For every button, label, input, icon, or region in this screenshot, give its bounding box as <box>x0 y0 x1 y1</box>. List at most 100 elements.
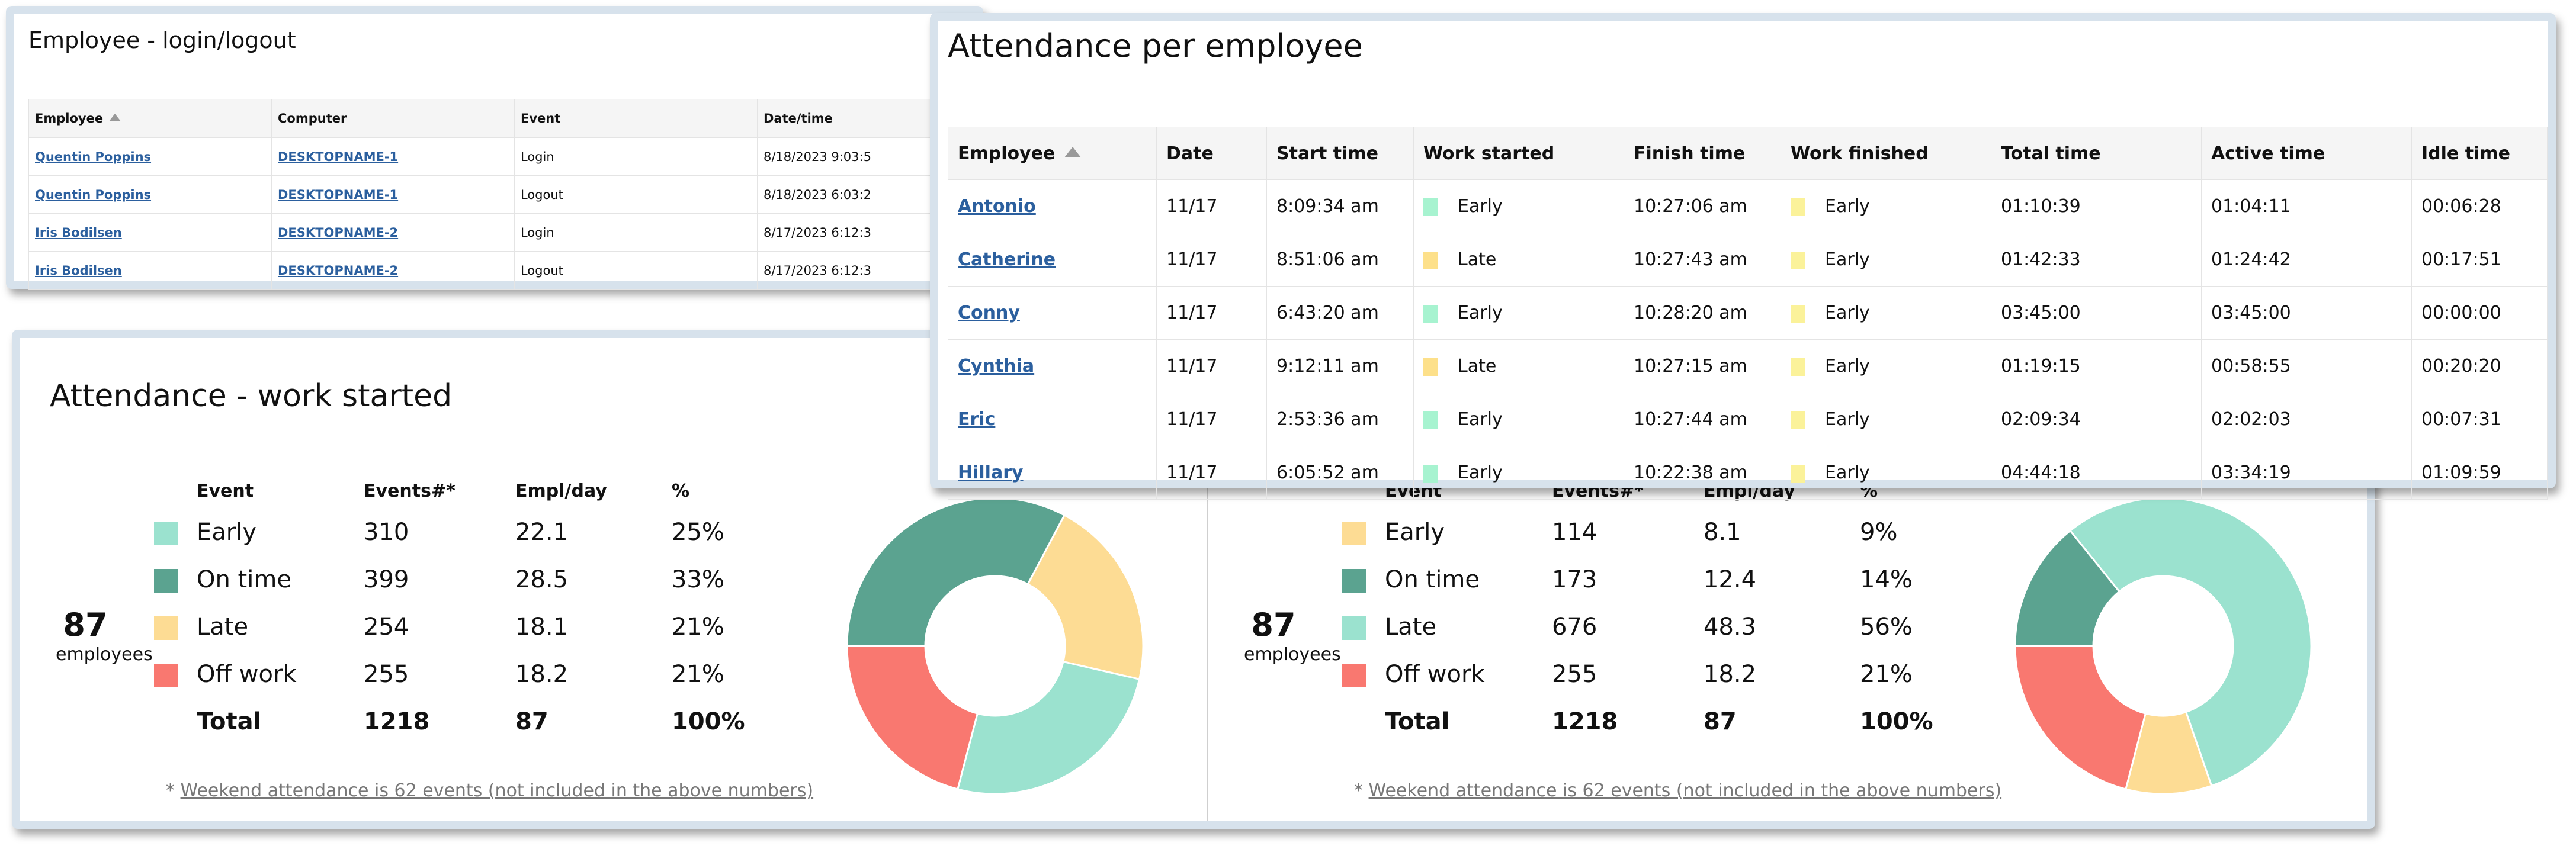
column-header-finish-time[interactable]: Finish time <box>1624 127 1781 180</box>
status-label: Early <box>1825 356 1870 377</box>
cell-percent: 21% <box>672 661 724 688</box>
table-row: Quentin Poppins DESKTOPNAME-1 Logout 8/18/2… <box>28 175 989 214</box>
donut-chart <box>846 497 1144 795</box>
cell-event: On time <box>197 566 291 593</box>
table-row: Conny 11/17 6:43:20 am Early 10:28:20 am Earl… <box>948 286 2548 340</box>
computer-link[interactable]: DESKTOPNAME-2 <box>278 226 398 240</box>
status-label: Early <box>1458 409 1503 430</box>
status-swatch <box>1423 464 1438 483</box>
employee-link[interactable]: Catherine <box>958 249 1056 270</box>
legend-swatch-cell <box>154 509 197 556</box>
cell-work-finished: Early <box>1781 179 1991 233</box>
legend-row: Late 676 48.3 56% <box>1342 603 1955 651</box>
legend-swatch <box>1342 664 1366 687</box>
column-header-computer[interactable]: Computer <box>271 99 515 138</box>
cell-event: Login <box>514 137 758 176</box>
total-row: Total 1218 87 100% <box>154 698 766 745</box>
employee-count: 87 employees <box>1244 607 1341 667</box>
table-row: Catherine 11/17 8:51:06 am Late 10:27:43 am E… <box>948 233 2548 287</box>
column-header-work-finished[interactable]: Work finished <box>1781 127 1991 180</box>
column-header-employees-per-day: Empl/day <box>515 480 607 501</box>
login-logout-panel: Employee - login/logout Employee Compute… <box>6 6 989 290</box>
cell-work-finished: Early <box>1781 339 1991 393</box>
attendance-per-employee-panel: Attendance per employee Employee Date St… <box>930 13 2556 500</box>
legend-row: Early 310 22.1 25% <box>154 509 766 556</box>
column-header-total-time[interactable]: Total time <box>1991 127 2202 180</box>
weekend-attendance-link[interactable]: Weekend attendance is 62 events (not inc… <box>181 780 814 801</box>
cell-finish-time: 10:22:38 am <box>1624 446 1781 500</box>
cell-total-time: 01:19:15 <box>1991 339 2202 393</box>
weekend-attendance-link[interactable]: Weekend attendance is 62 events (not inc… <box>1369 780 2002 801</box>
status-swatch <box>1423 251 1438 269</box>
employee-link[interactable]: Iris Bodilsen <box>35 263 122 278</box>
status-swatch <box>1423 411 1438 429</box>
donut-slice-early[interactable] <box>957 660 1141 795</box>
column-header-event[interactable]: Event <box>514 99 758 138</box>
employee-link[interactable]: Cynthia <box>958 356 1034 377</box>
cell-percent: 21% <box>1860 661 1913 688</box>
cell-computer: DESKTOPNAME-2 <box>271 251 515 290</box>
cell-events-count: 114 <box>1552 519 1597 546</box>
employee-link[interactable]: Iris Bodilsen <box>35 226 122 240</box>
cell-total-time: 02:09:34 <box>1991 393 2202 446</box>
stats-table: Event Events#* Empl/day% Early 310 22.1 25% On … <box>154 473 766 745</box>
sort-ascending-icon[interactable] <box>1064 147 1082 157</box>
footnote-asterisk: * <box>166 780 181 801</box>
panel-title: Attendance per employee <box>948 27 1363 65</box>
status-swatch <box>1791 464 1805 483</box>
cell-event: Logout <box>514 175 758 214</box>
computer-link[interactable]: DESKTOPNAME-1 <box>278 188 398 202</box>
computer-link[interactable]: DESKTOPNAME-2 <box>278 263 398 278</box>
table-row: Quentin Poppins DESKTOPNAME-1 Login 8/18/20… <box>28 137 989 176</box>
employee-link[interactable]: Quentin Poppins <box>35 188 151 202</box>
column-header-work-started[interactable]: Work started <box>1413 127 1624 180</box>
cell-percent: 21% <box>672 613 724 641</box>
column-header-percent: % <box>672 480 690 501</box>
column-header-events-count: Events#* <box>364 480 455 501</box>
donut-slice-off-work[interactable] <box>2014 645 2147 790</box>
employee-link[interactable]: Hillary <box>958 462 1024 483</box>
cell-start-time: 8:51:06 am <box>1266 233 1414 287</box>
cell-event: Login <box>514 213 758 252</box>
column-header-employee[interactable]: Employee <box>28 99 272 138</box>
sort-ascending-icon[interactable] <box>109 113 121 121</box>
cell-events-count: 676 <box>1552 613 1597 641</box>
column-header-idle-time[interactable]: Idle time <box>2411 127 2548 180</box>
cell-start-time: 8:09:34 am <box>1266 179 1414 233</box>
cell-employees-per-day: 48.3 <box>1704 613 1757 641</box>
footnote-asterisk: * <box>1354 780 1369 801</box>
status-label: Early <box>1825 249 1870 270</box>
cell-idle-time: 00:00:00 <box>2411 286 2548 340</box>
cell-active-time: 03:45:00 <box>2201 286 2412 340</box>
cell-event: Early <box>1385 519 1445 546</box>
footnote: * Weekend attendance is 62 events (not i… <box>166 780 813 801</box>
cell-start-time: 9:12:11 am <box>1266 339 1414 393</box>
cell-events-count: 255 <box>364 661 409 688</box>
employee-link[interactable]: Quentin Poppins <box>35 150 151 164</box>
donut-slice-on-time[interactable] <box>846 497 1066 647</box>
donut-slice-off-work[interactable] <box>846 645 979 790</box>
cell-employee: Antonio <box>948 179 1157 233</box>
cell-events-count: 254 <box>364 613 409 641</box>
cell-employee: Iris Bodilsen <box>28 213 272 252</box>
column-header-date[interactable]: Date <box>1156 127 1267 180</box>
cell-finish-time: 10:27:43 am <box>1624 233 1781 287</box>
cell-computer: DESKTOPNAME-1 <box>271 175 515 214</box>
column-header-start-time[interactable]: Start time <box>1266 127 1414 180</box>
column-header-event: Event <box>197 480 254 501</box>
cell-finish-time: 10:27:15 am <box>1624 339 1781 393</box>
column-header-active-time[interactable]: Active time <box>2201 127 2412 180</box>
legend-swatch <box>154 664 178 687</box>
table-header-row: Employee Date Start time Work started Fi… <box>948 127 2548 180</box>
column-header-employee[interactable]: Employee <box>948 127 1157 180</box>
computer-link[interactable]: DESKTOPNAME-1 <box>278 150 398 164</box>
employee-link[interactable]: Antonio <box>958 196 1036 217</box>
legend-row: On time 399 28.5 33% <box>154 556 766 603</box>
status-swatch <box>1791 411 1805 429</box>
cell-computer: DESKTOPNAME-1 <box>271 137 515 176</box>
total-employees-per-day: 87 <box>515 708 548 735</box>
cell-employees-per-day: 22.1 <box>515 519 569 546</box>
employee-link[interactable]: Eric <box>958 409 995 430</box>
employee-link[interactable]: Conny <box>958 303 1020 323</box>
status-label: Early <box>1825 303 1870 323</box>
